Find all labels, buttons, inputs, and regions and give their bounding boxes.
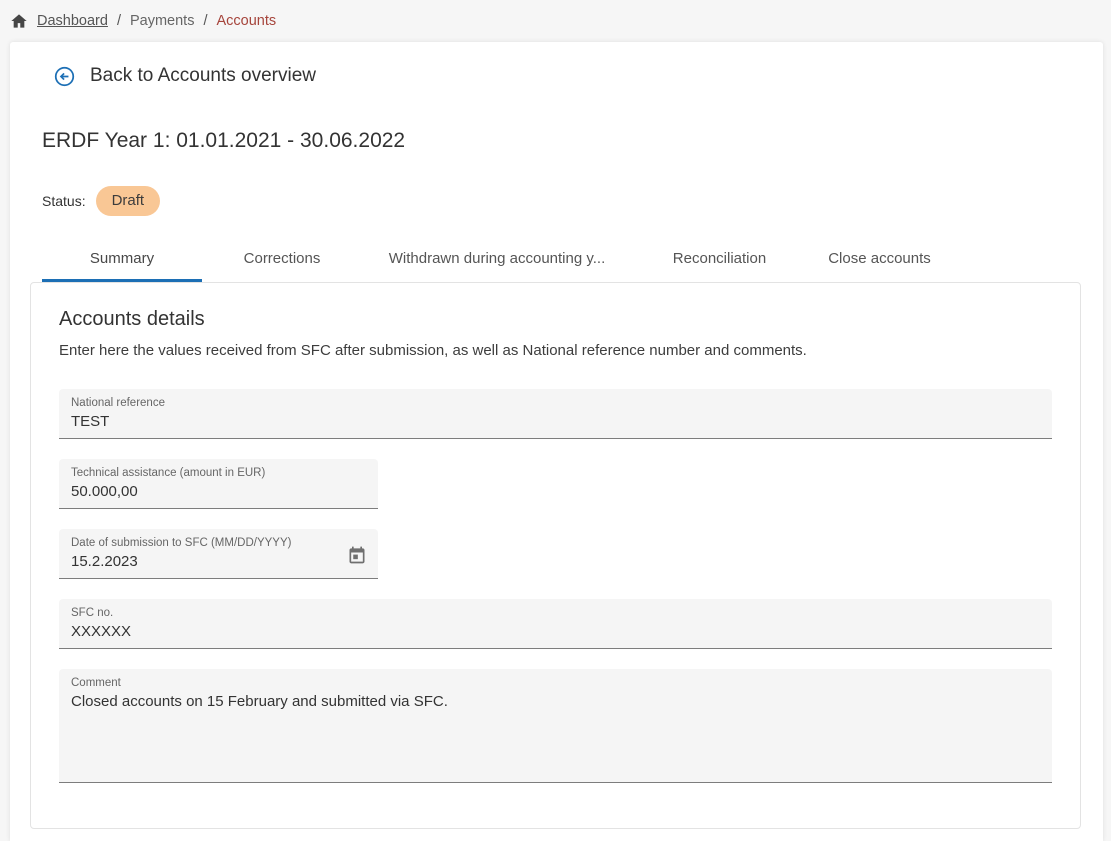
sfc-no-label: SFC no. — [71, 607, 1040, 619]
breadcrumb-item-accounts[interactable]: Accounts — [216, 13, 276, 29]
tab-reconciliation[interactable]: Reconciliation — [632, 237, 807, 282]
breadcrumb-item-dashboard[interactable]: Dashboard — [37, 13, 108, 29]
sfc-no-value: XXXXXX — [71, 623, 1040, 640]
accounts-details-card: Accounts details Enter here the values r… — [30, 282, 1081, 829]
national-reference-value: TEST — [71, 413, 1040, 430]
breadcrumb-item-payments[interactable]: Payments — [130, 13, 194, 29]
tab-withdrawn[interactable]: Withdrawn during accounting y... — [362, 237, 632, 282]
back-circle-arrow-icon — [54, 66, 75, 87]
tab-bar: Summary Corrections Withdrawn during acc… — [42, 237, 1103, 282]
date-of-submission-value: 15.2.2023 — [71, 553, 366, 570]
technical-assistance-field[interactable]: Technical assistance (amount in EUR) 50.… — [59, 459, 378, 509]
tab-corrections[interactable]: Corrections — [202, 237, 362, 282]
national-reference-label: National reference — [71, 397, 1040, 409]
card-title: Accounts details — [59, 308, 1052, 331]
status-badge: Draft — [96, 186, 161, 216]
tab-summary[interactable]: Summary — [42, 237, 202, 282]
technical-assistance-value: 50.000,00 — [71, 483, 366, 500]
national-reference-field[interactable]: National reference TEST — [59, 389, 1052, 439]
back-to-accounts-link[interactable]: Back to Accounts overview — [10, 42, 316, 87]
comment-value: Closed accounts on 15 February and submi… — [71, 693, 1040, 710]
home-icon[interactable] — [10, 12, 28, 30]
tab-close-accounts[interactable]: Close accounts — [807, 237, 952, 282]
main-panel: Back to Accounts overview ERDF Year 1: 0… — [10, 42, 1103, 841]
card-description: Enter here the values received from SFC … — [59, 342, 1052, 359]
comment-label: Comment — [71, 677, 1040, 689]
breadcrumb-separator: / — [117, 13, 121, 29]
status-label: Status: — [42, 193, 86, 209]
calendar-icon[interactable] — [346, 544, 368, 566]
date-of-submission-label: Date of submission to SFC (MM/DD/YYYY) — [71, 537, 366, 549]
comment-field[interactable]: Comment Closed accounts on 15 February a… — [59, 669, 1052, 783]
page-title: ERDF Year 1: 01.01.2021 - 30.06.2022 — [42, 129, 1103, 153]
sfc-no-field[interactable]: SFC no. XXXXXX — [59, 599, 1052, 649]
breadcrumb-separator: / — [203, 13, 207, 29]
status-row: Status: Draft — [42, 186, 1103, 216]
breadcrumb: Dashboard / Payments / Accounts — [0, 0, 1111, 42]
date-of-submission-field[interactable]: Date of submission to SFC (MM/DD/YYYY) 1… — [59, 529, 378, 579]
technical-assistance-label: Technical assistance (amount in EUR) — [71, 467, 366, 479]
back-link-label: Back to Accounts overview — [90, 65, 316, 87]
